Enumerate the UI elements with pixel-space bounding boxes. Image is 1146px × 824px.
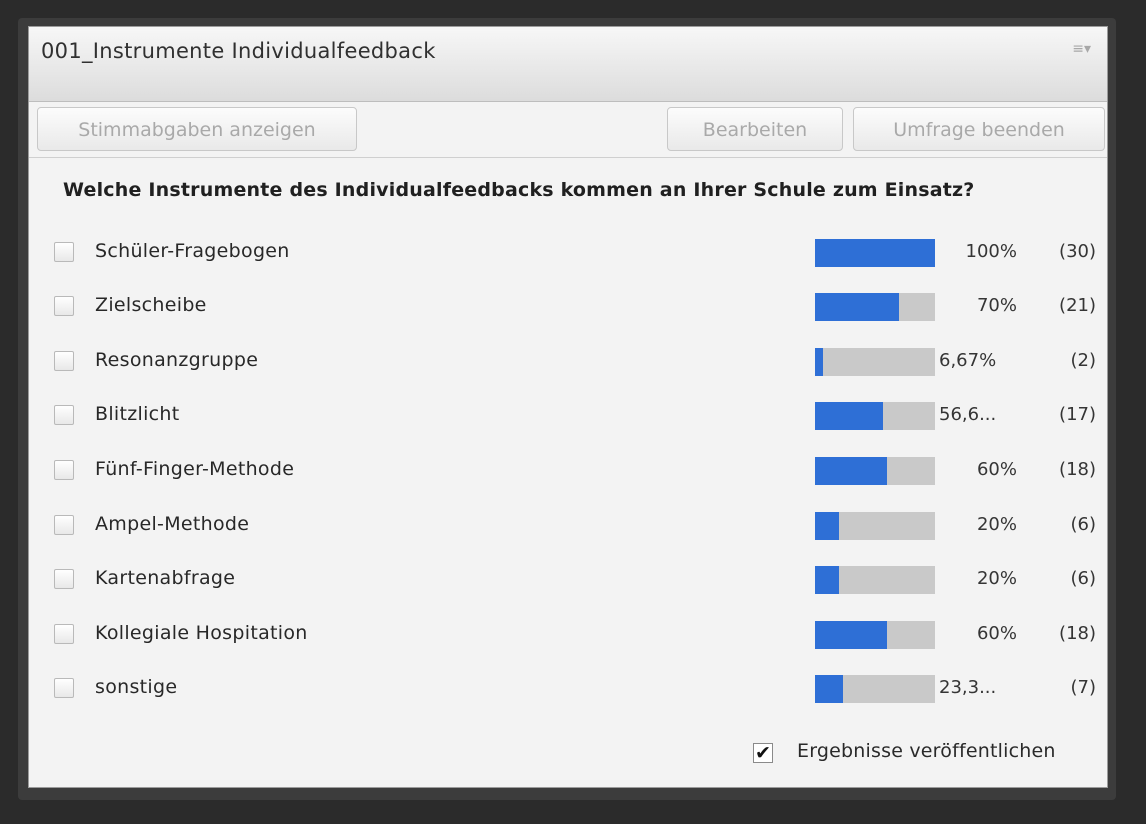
result-bar-track <box>815 402 935 430</box>
result-bar-fill <box>815 512 839 540</box>
result-bar-fill <box>815 457 887 485</box>
answer-label: Kollegiale Hospitation <box>95 622 308 644</box>
answer-row: Zielscheibe 70% (21) <box>29 287 1107 327</box>
result-bar-fill <box>815 621 887 649</box>
answer-checkbox[interactable] <box>54 460 74 480</box>
result-count: (6) <box>1070 514 1097 535</box>
end-poll-button[interactable]: Umfrage beenden <box>853 107 1105 151</box>
answer-label: Schüler-Fragebogen <box>95 240 290 262</box>
answer-label: Fünf-Finger-Methode <box>95 458 295 480</box>
result-percent: 20% <box>976 568 1017 589</box>
result-percent: 70% <box>976 295 1017 316</box>
result-percent: 60% <box>976 623 1017 644</box>
result-bar-track <box>815 512 935 540</box>
answer-row: Resonanzgruppe 6,67% (2) <box>29 342 1107 382</box>
show-votes-button[interactable]: Stimmabgaben anzeigen <box>37 107 357 151</box>
result-bar-track <box>815 239 935 267</box>
result-count: (30) <box>1059 241 1096 262</box>
result-percent: 20% <box>976 514 1017 535</box>
answer-checkbox[interactable] <box>54 569 74 589</box>
result-bar-track <box>815 348 935 376</box>
panel-menu-icon[interactable]: ≡▾ <box>1072 41 1091 57</box>
answer-checkbox[interactable] <box>54 351 74 371</box>
publish-results-checkbox[interactable]: ✔ <box>753 743 773 763</box>
poll-panel: 001_Instrumente Individualfeedback ≡▾ St… <box>28 26 1108 788</box>
result-bar-fill <box>815 675 843 703</box>
answer-checkbox[interactable] <box>54 296 74 316</box>
answer-row: sonstige 23,3... (7) <box>29 669 1107 709</box>
result-count: (17) <box>1059 404 1096 425</box>
edit-button[interactable]: Bearbeiten <box>667 107 843 151</box>
answer-checkbox[interactable] <box>54 678 74 698</box>
result-percent: 6,67% <box>939 350 997 371</box>
answer-row: Kollegiale Hospitation 60% (18) <box>29 615 1107 655</box>
result-count: (6) <box>1070 568 1097 589</box>
result-count: (2) <box>1070 350 1097 371</box>
answer-row: Fünf-Finger-Methode 60% (18) <box>29 451 1107 491</box>
answer-checkbox[interactable] <box>54 624 74 644</box>
result-count: (18) <box>1059 623 1096 644</box>
result-bar-fill <box>815 293 899 321</box>
result-bar-track <box>815 566 935 594</box>
answer-row: Blitzlicht 56,6... (17) <box>29 396 1107 436</box>
answer-row: Schüler-Fragebogen 100% (30) <box>29 233 1107 273</box>
result-percent: 56,6... <box>939 404 997 425</box>
answer-label: Kartenabfrage <box>95 567 236 589</box>
window-frame: 001_Instrumente Individualfeedback ≡▾ St… <box>18 18 1116 800</box>
result-percent: 60% <box>976 459 1017 480</box>
publish-results-label: Ergebnisse veröffentlichen <box>797 740 1056 762</box>
result-percent: 23,3... <box>939 677 997 698</box>
answer-checkbox[interactable] <box>54 242 74 262</box>
result-bar-track <box>815 457 935 485</box>
result-bar-track <box>815 675 935 703</box>
result-bar-fill <box>815 239 935 267</box>
result-count: (7) <box>1070 677 1097 698</box>
poll-question: Welche Instrumente des Individualfeedbac… <box>63 179 975 201</box>
panel-title: 001_Instrumente Individualfeedback <box>41 39 436 63</box>
result-bar-track <box>815 293 935 321</box>
answer-row: Kartenabfrage 20% (6) <box>29 560 1107 600</box>
answer-label: Zielscheibe <box>95 294 207 316</box>
result-percent: 100% <box>965 241 1017 262</box>
result-count: (21) <box>1059 295 1096 316</box>
result-bar-fill <box>815 402 883 430</box>
toolbar-divider <box>29 157 1107 158</box>
answer-checkbox[interactable] <box>54 405 74 425</box>
answer-label: sonstige <box>95 676 178 698</box>
result-bar-fill <box>815 348 823 376</box>
result-bar-track <box>815 621 935 649</box>
answer-label: Blitzlicht <box>95 403 180 425</box>
result-bar-fill <box>815 566 839 594</box>
panel-titlebar: 001_Instrumente Individualfeedback ≡▾ <box>29 27 1107 102</box>
answer-label: Resonanzgruppe <box>95 349 259 371</box>
answer-row: Ampel-Methode 20% (6) <box>29 506 1107 546</box>
answer-checkbox[interactable] <box>54 515 74 535</box>
answer-label: Ampel-Methode <box>95 513 250 535</box>
result-count: (18) <box>1059 459 1096 480</box>
